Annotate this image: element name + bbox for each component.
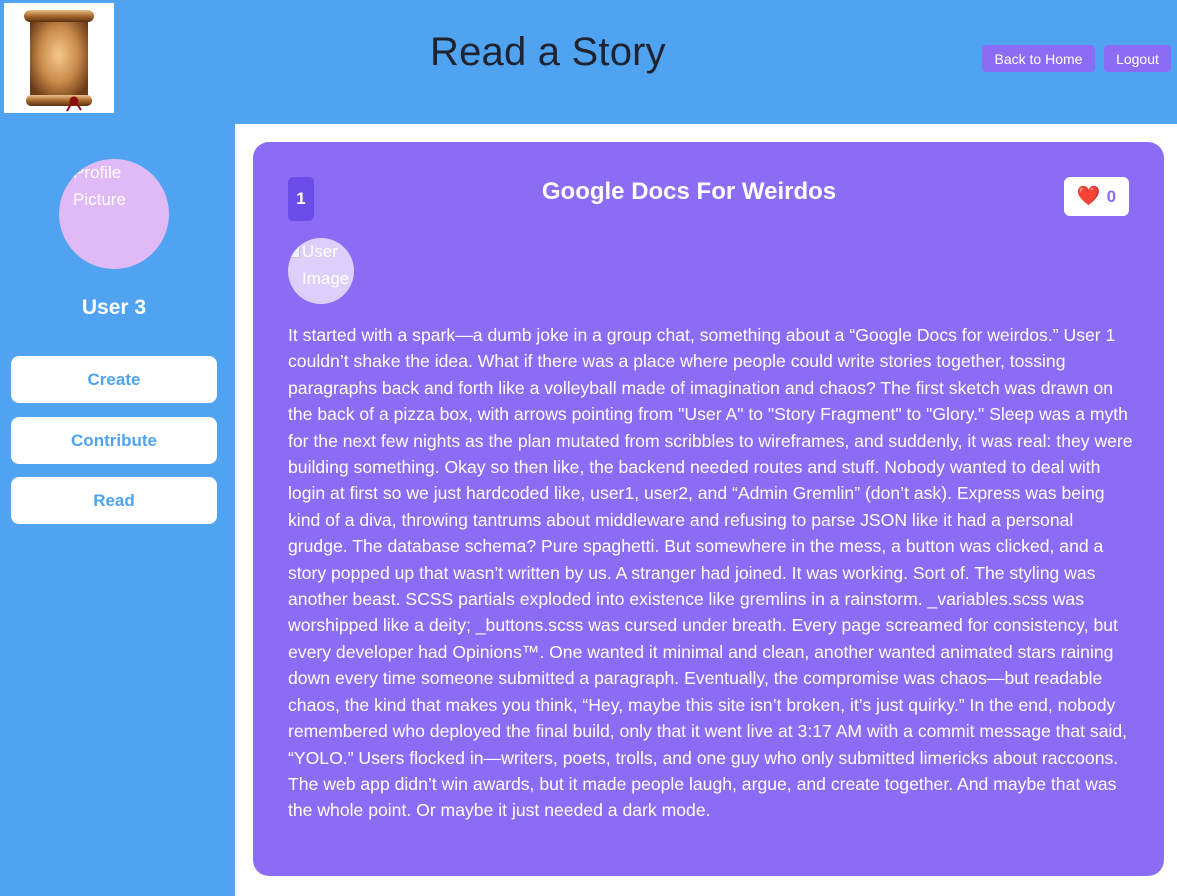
contribute-button[interactable]: Contribute (11, 417, 217, 464)
sidebar: Profile Picture User 3 Create Contribute… (0, 124, 235, 896)
profile-picture-alt: Profile Picture (59, 159, 149, 213)
broken-image-icon (59, 165, 71, 179)
story-card: 1 Google Docs For Weirdos ❤️ 0 User Imag… (253, 142, 1164, 876)
back-to-home-button[interactable]: Back to Home (982, 45, 1095, 72)
user-image-alt-text: User Image (302, 242, 350, 288)
profile-picture-alt-text: Profile Picture (73, 163, 126, 209)
like-button[interactable]: ❤️ 0 (1064, 177, 1129, 216)
read-button[interactable]: Read (11, 477, 217, 524)
user-image-alt: User Image (288, 238, 354, 292)
like-count: 0 (1106, 186, 1117, 206)
user-image[interactable]: User Image (288, 238, 354, 304)
story-title: Google Docs For Weirdos (541, 178, 837, 205)
top-header: Read a Story Back to Home Logout (0, 0, 1177, 124)
story-body: It started with a spark—a dumb joke in a… (288, 325, 1133, 821)
create-button[interactable]: Create (11, 356, 217, 403)
heart-icon: ❤️ (1076, 186, 1101, 207)
page-title: Read a Story (430, 30, 666, 74)
profile-picture[interactable]: Profile Picture (59, 159, 169, 269)
logout-button[interactable]: Logout (1104, 45, 1171, 72)
username: User 3 (81, 296, 147, 319)
logo[interactable] (4, 3, 114, 113)
broken-image-icon (288, 244, 300, 258)
scroll-icon (24, 10, 94, 112)
